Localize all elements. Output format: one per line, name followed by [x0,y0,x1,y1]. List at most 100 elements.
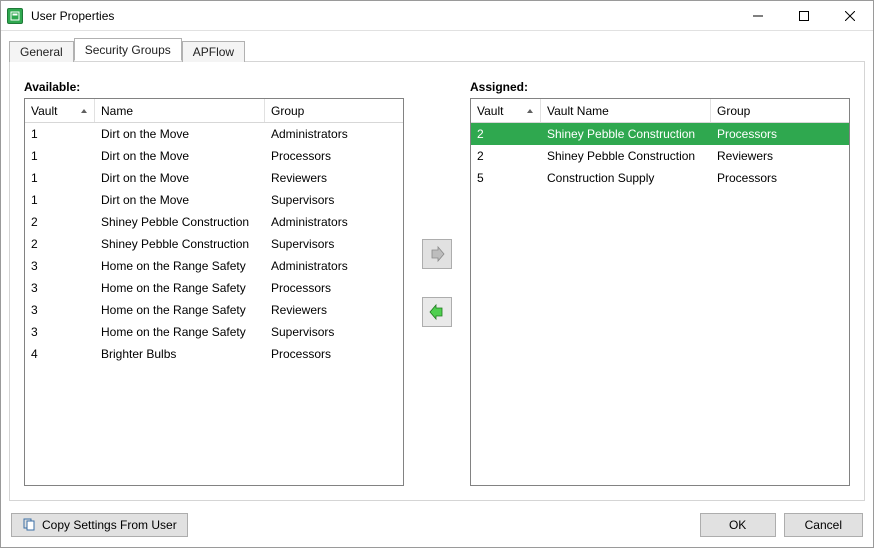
tab-panel: Available: Vault Name Grou [9,61,865,501]
assigned-body[interactable]: 2Shiney Pebble ConstructionProcessors2Sh… [471,123,849,485]
cell-group: Processors [265,149,403,163]
cell-group: Processors [265,347,403,361]
content: General Security Groups APFlow Available… [1,31,873,507]
table-row[interactable]: 1Dirt on the MoveReviewers [25,167,403,189]
header-group-assigned-label: Group [717,104,750,118]
cell-vault: 3 [25,281,95,295]
window-title: User Properties [31,9,114,23]
tabs-strip: General Security Groups APFlow [9,39,865,61]
available-pane: Available: Vault Name Grou [24,80,404,486]
header-group[interactable]: Group [265,99,403,122]
cell-group: Processors [265,281,403,295]
table-row[interactable]: 5Construction SupplyProcessors [471,167,849,189]
cell-vault: 1 [25,171,95,185]
table-row[interactable]: 1Dirt on the MoveSupervisors [25,189,403,211]
cell-group: Reviewers [711,149,849,163]
header-vault-assigned[interactable]: Vault [471,99,541,122]
cell-vault: 2 [25,215,95,229]
cell-name: Shiney Pebble Construction [95,215,265,229]
cell-name: Home on the Range Safety [95,325,265,339]
move-right-button[interactable] [422,239,452,269]
sort-asc-icon [526,104,534,118]
cell-group: Reviewers [265,171,403,185]
table-row[interactable]: 2Shiney Pebble ConstructionAdministrator… [25,211,403,233]
ok-button[interactable]: OK [700,513,776,537]
window: User Properties General Security Groups … [0,0,874,548]
cell-vault: 2 [471,149,541,163]
cell-name: Shiney Pebble Construction [541,149,711,163]
cell-vault: 3 [25,259,95,273]
tab-apflow[interactable]: APFlow [182,41,245,62]
cell-name: Home on the Range Safety [95,259,265,273]
assigned-pane: Assigned: Vault Vault Name [470,80,850,486]
header-group-label: Group [271,104,304,118]
sort-asc-icon [80,104,88,118]
copy-settings-label: Copy Settings From User [42,518,177,532]
cell-group: Administrators [265,215,403,229]
copy-settings-button[interactable]: Copy Settings From User [11,513,188,537]
cell-vault: 5 [471,171,541,185]
transfer-buttons [404,80,470,486]
cell-group: Administrators [265,259,403,273]
bottom-bar: Copy Settings From User OK Cancel [1,507,873,547]
cell-name: Dirt on the Move [95,127,265,141]
header-name-label: Name [101,104,133,118]
table-row[interactable]: 1Dirt on the MoveAdministrators [25,123,403,145]
cell-vault: 3 [25,303,95,317]
cell-name: Home on the Range Safety [95,281,265,295]
table-row[interactable]: 2Shiney Pebble ConstructionProcessors [471,123,849,145]
tab-security-groups[interactable]: Security Groups [74,38,182,61]
table-row[interactable]: 2Shiney Pebble ConstructionSupervisors [25,233,403,255]
header-vault-name-assigned[interactable]: Vault Name [541,99,711,122]
cancel-button[interactable]: Cancel [784,513,863,537]
table-row[interactable]: 1Dirt on the MoveProcessors [25,145,403,167]
app-icon [7,8,23,24]
assigned-header: Vault Vault Name Group [471,99,849,123]
cell-vault: 1 [25,149,95,163]
cell-vault: 1 [25,193,95,207]
cell-vault: 2 [471,127,541,141]
cell-name: Construction Supply [541,171,711,185]
header-vault-label: Vault [31,104,57,118]
cell-name: Dirt on the Move [95,149,265,163]
window-controls [735,1,873,30]
copy-icon [22,517,36,534]
cell-name: Shiney Pebble Construction [541,127,711,141]
header-vault[interactable]: Vault [25,99,95,122]
cell-group: Supervisors [265,237,403,251]
cell-group: Reviewers [265,303,403,317]
header-vault-name-assigned-label: Vault Name [547,104,609,118]
table-row[interactable]: 4Brighter BulbsProcessors [25,343,403,365]
header-name[interactable]: Name [95,99,265,122]
available-label: Available: [24,80,404,94]
cell-group: Administrators [265,127,403,141]
close-button[interactable] [827,1,873,30]
header-group-assigned[interactable]: Group [711,99,849,122]
table-row[interactable]: 3Home on the Range SafetyReviewers [25,299,403,321]
assigned-list[interactable]: Vault Vault Name Group 2Shiney Pebble C [470,98,850,486]
available-list[interactable]: Vault Name Group 1Dirt on the MoveAdmin [24,98,404,486]
cell-name: Home on the Range Safety [95,303,265,317]
available-body[interactable]: 1Dirt on the MoveAdministrators1Dirt on … [25,123,403,485]
cell-vault: 2 [25,237,95,251]
available-header: Vault Name Group [25,99,403,123]
cell-vault: 4 [25,347,95,361]
table-row[interactable]: 3Home on the Range SafetyProcessors [25,277,403,299]
cell-name: Dirt on the Move [95,193,265,207]
titlebar: User Properties [1,1,873,31]
cell-name: Shiney Pebble Construction [95,237,265,251]
minimize-button[interactable] [735,1,781,30]
cell-group: Supervisors [265,193,403,207]
cell-vault: 1 [25,127,95,141]
move-left-button[interactable] [422,297,452,327]
cell-name: Brighter Bulbs [95,347,265,361]
cell-group: Processors [711,171,849,185]
tab-general[interactable]: General [9,41,74,62]
cell-group: Processors [711,127,849,141]
header-vault-assigned-label: Vault [477,104,503,118]
maximize-button[interactable] [781,1,827,30]
table-row[interactable]: 3Home on the Range SafetyAdministrators [25,255,403,277]
table-row[interactable]: 3Home on the Range SafetySupervisors [25,321,403,343]
cell-name: Dirt on the Move [95,171,265,185]
table-row[interactable]: 2Shiney Pebble ConstructionReviewers [471,145,849,167]
